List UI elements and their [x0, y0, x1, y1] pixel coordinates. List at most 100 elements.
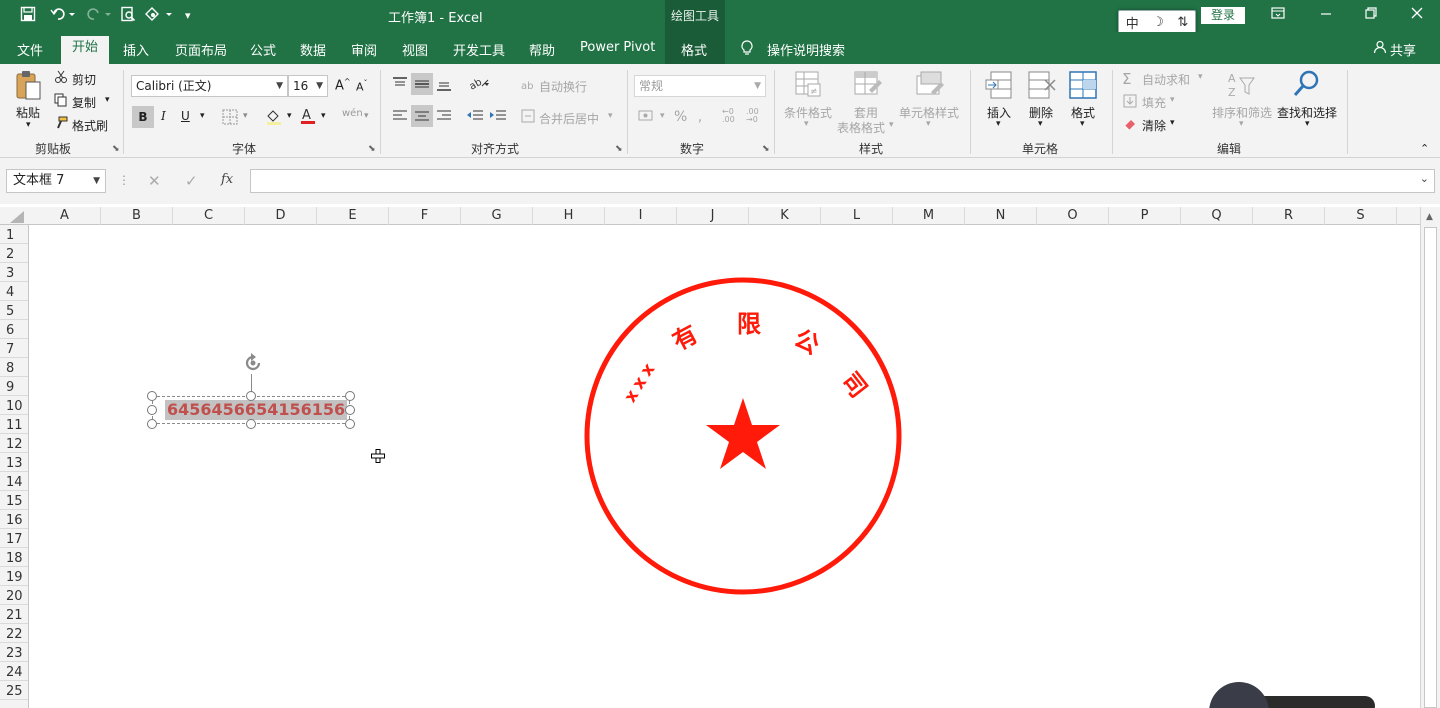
- ime-arrows-icon[interactable]: ⇅: [1177, 15, 1188, 30]
- row-header-21[interactable]: 21: [0, 605, 28, 624]
- copy-dropdown-icon[interactable]: ▾: [105, 95, 110, 105]
- column-header-m[interactable]: M: [893, 207, 965, 225]
- fill-color-dropdown-icon[interactable]: ▾: [287, 111, 292, 121]
- ime-chinese[interactable]: 中: [1126, 13, 1139, 32]
- row-header-20[interactable]: 20: [0, 586, 28, 605]
- row-header-18[interactable]: 18: [0, 548, 28, 567]
- resize-handle[interactable]: [147, 419, 157, 429]
- ime-toolbar[interactable]: 中 ☽ ⇅: [1118, 10, 1196, 34]
- sort-filter-dropdown-icon[interactable]: ▾: [1239, 119, 1244, 129]
- row-header-8[interactable]: 8: [0, 358, 28, 377]
- enter-check-icon[interactable]: ✓: [185, 172, 198, 190]
- format-as-table-icon[interactable]: [853, 70, 883, 100]
- tab-file[interactable]: 文件: [17, 40, 43, 59]
- resize-handle[interactable]: [345, 405, 355, 415]
- merge-icon[interactable]: [521, 109, 535, 126]
- column-header-p[interactable]: P: [1109, 207, 1181, 225]
- tab-format-label[interactable]: 格式: [681, 40, 707, 59]
- rotate-handle-icon[interactable]: [242, 352, 264, 374]
- font-name-combo[interactable]: Calibri (正文) ▼: [131, 75, 288, 97]
- copy-icon[interactable]: [54, 93, 68, 110]
- close-icon[interactable]: [1410, 6, 1424, 24]
- tab-view[interactable]: 视图: [402, 40, 428, 59]
- column-header-i[interactable]: I: [605, 207, 677, 225]
- format-as-table-label2[interactable]: 表格格式: [837, 119, 885, 136]
- tab-page-layout[interactable]: 页面布局: [175, 40, 227, 59]
- delete-cells-dropdown-icon[interactable]: ▾: [1038, 119, 1043, 129]
- row-header-23[interactable]: 23: [0, 643, 28, 662]
- resize-handle[interactable]: [345, 419, 355, 429]
- eraser-icon[interactable]: [1123, 117, 1137, 134]
- share-user-icon[interactable]: [1373, 40, 1387, 58]
- insert-cells-icon[interactable]: [985, 70, 1015, 100]
- formula-input[interactable]: ⌄: [250, 169, 1435, 193]
- column-header-d[interactable]: D: [245, 207, 317, 225]
- select-all-icon[interactable]: [10, 211, 24, 226]
- column-header-g[interactable]: G: [461, 207, 533, 225]
- tab-insert[interactable]: 插入: [123, 40, 149, 59]
- floating-widget[interactable]: [1205, 682, 1375, 708]
- fill-icon[interactable]: [1123, 94, 1137, 111]
- align-top-icon[interactable]: [392, 76, 408, 93]
- conditional-format-icon[interactable]: ≠: [794, 70, 824, 100]
- column-header-c[interactable]: C: [173, 207, 245, 225]
- cell-styles-icon[interactable]: [915, 70, 945, 100]
- wrap-text-button[interactable]: 自动换行: [539, 78, 587, 95]
- touch-mode-icon[interactable]: [144, 6, 174, 28]
- orientation-icon[interactable]: ab: [468, 76, 490, 95]
- column-header-o[interactable]: O: [1037, 207, 1109, 225]
- column-header-e[interactable]: E: [317, 207, 389, 225]
- tab-power-pivot[interactable]: Power Pivot: [580, 40, 655, 55]
- insert-function-icon[interactable]: fx: [221, 172, 233, 187]
- redo-icon[interactable]: [86, 6, 112, 28]
- column-header-h[interactable]: H: [533, 207, 605, 225]
- column-header-k[interactable]: K: [749, 207, 821, 225]
- copy-button[interactable]: 复制: [72, 94, 96, 111]
- undo-icon[interactable]: [50, 6, 76, 28]
- accounting-dropdown-icon[interactable]: ▾: [660, 111, 665, 121]
- alignment-launcher-icon[interactable]: ⬊: [615, 144, 623, 154]
- row-header-2[interactable]: 2: [0, 244, 28, 263]
- italic-button[interactable]: I: [161, 109, 166, 123]
- row-header-9[interactable]: 9: [0, 377, 28, 396]
- ribbon-display-icon[interactable]: [1271, 6, 1285, 24]
- row-header-3[interactable]: 3: [0, 263, 28, 282]
- column-header-q[interactable]: Q: [1181, 207, 1253, 225]
- font-color-icon[interactable]: A: [299, 107, 317, 128]
- format-as-table-dropdown-icon[interactable]: ▾: [889, 120, 894, 130]
- percent-button[interactable]: %: [674, 109, 687, 125]
- fill-button[interactable]: 填充: [1142, 94, 1166, 111]
- lightbulb-icon[interactable]: [740, 40, 754, 60]
- column-header-l[interactable]: L: [821, 207, 893, 225]
- restore-icon[interactable]: [1364, 6, 1378, 24]
- text-box-content[interactable]: 6456456654156156: [165, 400, 348, 420]
- cancel-icon[interactable]: ✕: [148, 172, 161, 190]
- format-painter-button[interactable]: 格式刷: [72, 117, 108, 134]
- sort-filter-icon[interactable]: AZ: [1226, 70, 1256, 100]
- login-button[interactable]: 登录: [1201, 7, 1245, 24]
- scroll-thumb[interactable]: [1424, 227, 1437, 708]
- resize-handle[interactable]: [147, 405, 157, 415]
- row-header-13[interactable]: 13: [0, 453, 28, 472]
- customize-qat-icon[interactable]: ▾: [185, 6, 191, 26]
- borders-icon[interactable]: [222, 109, 238, 128]
- paste-dropdown-icon[interactable]: ▾: [26, 120, 31, 130]
- row-header-17[interactable]: 17: [0, 529, 28, 548]
- expand-formula-icon[interactable]: ⌄: [1420, 172, 1429, 185]
- merge-center-button[interactable]: 合并后居中: [539, 110, 599, 127]
- tab-help[interactable]: 帮助: [529, 40, 555, 59]
- row-header-25[interactable]: 25: [0, 681, 28, 700]
- column-header-j[interactable]: J: [677, 207, 749, 225]
- row-header-7[interactable]: 7: [0, 339, 28, 358]
- row-header-14[interactable]: 14: [0, 472, 28, 491]
- font-launcher-icon[interactable]: ⬊: [368, 144, 376, 154]
- scroll-up-icon[interactable]: ▲: [1426, 212, 1433, 222]
- font-size-combo[interactable]: 16 ▼: [288, 75, 328, 97]
- name-box[interactable]: 文本框 7 ▼: [6, 169, 106, 193]
- row-header-19[interactable]: 19: [0, 567, 28, 586]
- align-right-icon[interactable]: [436, 108, 452, 125]
- decrease-indent-icon[interactable]: [466, 108, 484, 125]
- row-header-4[interactable]: 4: [0, 282, 28, 301]
- merge-dropdown-icon[interactable]: ▾: [608, 111, 613, 121]
- fill-dropdown-icon[interactable]: ▾: [1170, 95, 1175, 105]
